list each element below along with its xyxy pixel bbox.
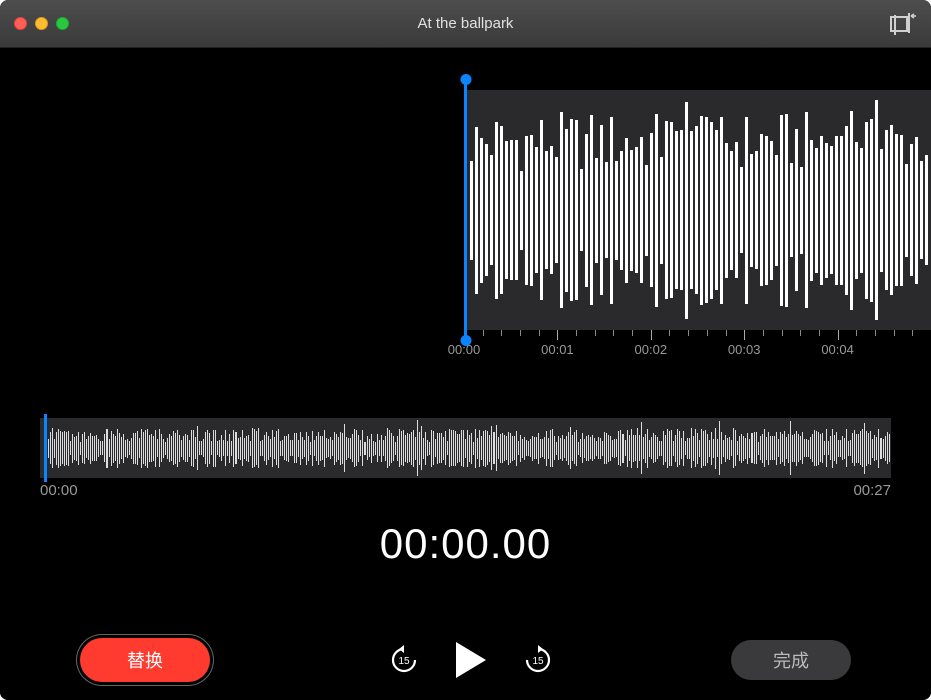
svg-text:15: 15	[532, 656, 544, 667]
overview-waveform[interactable]	[40, 418, 891, 478]
timeline-tick-label: 00:02	[635, 342, 668, 357]
overview-playhead[interactable]	[44, 414, 47, 482]
overview-time-labels: 00:00 00:27	[40, 482, 891, 502]
timeline-tick-label: 00:01	[541, 342, 574, 357]
app-window: At the ballpark 00:00 00:01 00:02 00:03 00:0…	[0, 0, 931, 700]
overview-start-time: 00:00	[40, 482, 78, 499]
timeline-tick-label: 00:04	[821, 342, 854, 357]
replace-button[interactable]: 替换	[80, 638, 210, 682]
play-button[interactable]	[453, 640, 489, 680]
playhead[interactable]	[464, 80, 467, 340]
titlebar: At the ballpark	[0, 0, 931, 48]
svg-text:15: 15	[398, 656, 410, 667]
controls-bar: 替换 15 15 完成	[0, 620, 931, 700]
skip-back-15-button[interactable]: 15	[389, 645, 419, 675]
overview-end-time: 00:27	[853, 482, 891, 499]
trim-icon[interactable]	[887, 13, 917, 35]
waveform-region	[464, 90, 931, 330]
main-waveform-area[interactable]: 00:0000:0100:0200:0300:04	[0, 48, 931, 358]
window-title: At the ballpark	[0, 15, 931, 32]
skip-forward-15-button[interactable]: 15	[523, 645, 553, 675]
timeline-ruler: 00:0000:0100:0200:0300:04	[464, 330, 931, 358]
timeline-tick-label: 00:03	[728, 342, 761, 357]
current-timecode: 00:00.00	[0, 520, 931, 568]
done-button[interactable]: 完成	[731, 640, 851, 680]
